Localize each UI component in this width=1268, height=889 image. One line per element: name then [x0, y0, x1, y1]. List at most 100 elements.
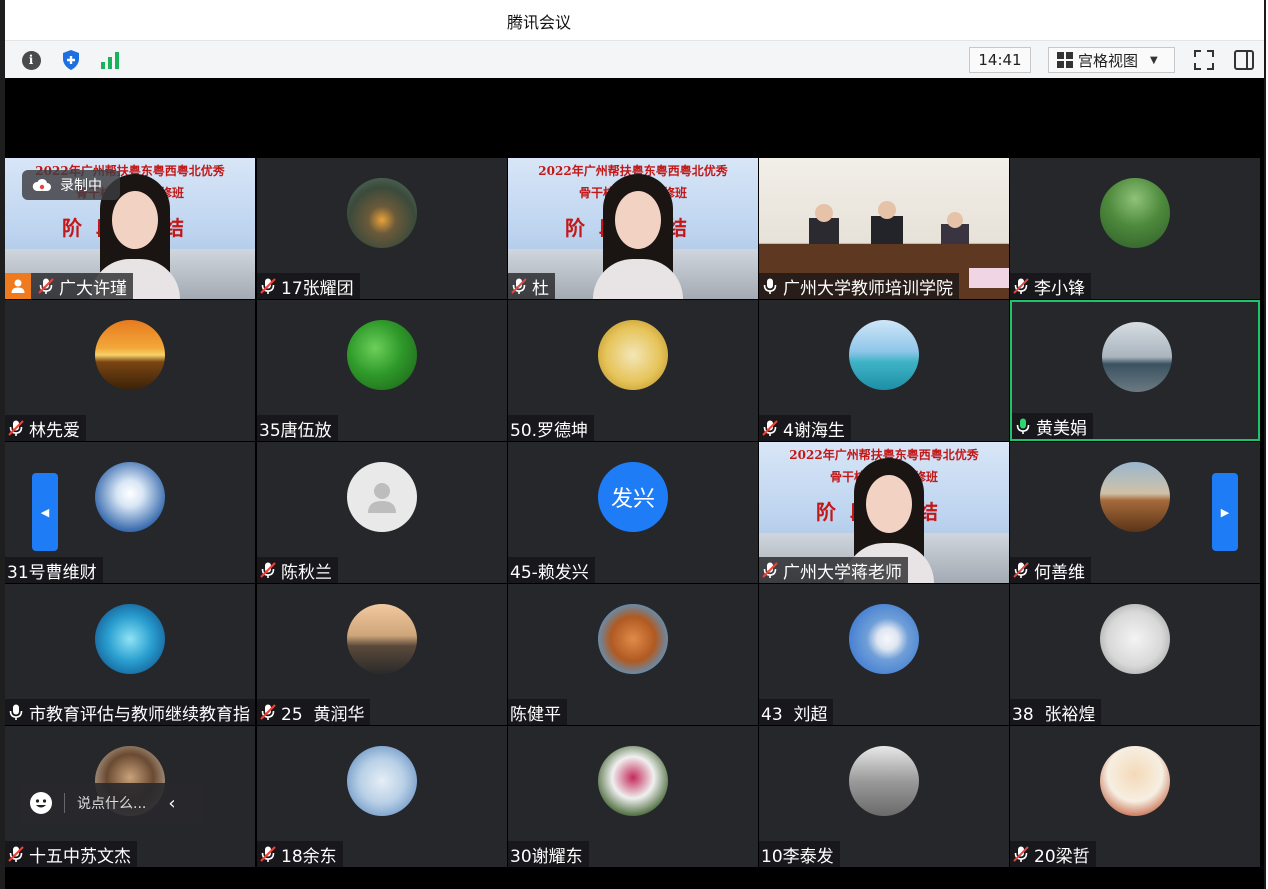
participant-tile[interactable]: 发兴 45-赖发兴	[508, 442, 758, 583]
mic-muted-icon	[761, 561, 779, 579]
participant-tile[interactable]: 市教育评估与教师继续教育指	[5, 584, 255, 725]
mic-muted-icon	[259, 277, 277, 295]
shield-icon[interactable]	[60, 49, 82, 71]
participant-tile[interactable]: 43 刘超	[759, 584, 1009, 725]
chat-placeholder: 说点什么...	[77, 796, 147, 812]
participant-tile[interactable]: 陈秋兰	[257, 442, 507, 583]
participant-name-bar: 杜	[508, 273, 555, 299]
participant-name-bar: 何善维	[1010, 557, 1091, 583]
mic-muted-icon	[510, 277, 528, 295]
mic-muted-icon	[259, 561, 277, 579]
participant-name: 31号曹维财	[7, 562, 97, 583]
avatar	[347, 178, 417, 248]
chevron-down-icon: ▼	[1150, 54, 1158, 66]
grid-view-label: 宫格视图	[1078, 51, 1139, 70]
participant-name: 何善维	[1034, 562, 1085, 583]
recording-indicator[interactable]: 录制中	[22, 170, 120, 200]
participant-tile[interactable]: 25 黄润华	[257, 584, 507, 725]
participant-name: 杜	[532, 278, 549, 299]
participant-tile[interactable]: 20梁哲	[1010, 726, 1260, 867]
next-page-button[interactable]: ▶	[1212, 473, 1238, 551]
participant-name: 市教育评估与教师继续教育指	[29, 704, 250, 725]
participant-name-bar: 10李泰发	[759, 841, 840, 867]
participant-tile[interactable]: 38 张裕煌	[1010, 584, 1260, 725]
avatar	[347, 320, 417, 390]
participant-name: 黄美娟	[1036, 418, 1087, 439]
participant-name-bar: 黄美娟	[1012, 413, 1093, 439]
avatar	[95, 604, 165, 674]
mic-icon	[761, 277, 779, 295]
info-icon[interactable]: i	[20, 49, 42, 71]
participant-name: 十五中苏文杰	[29, 846, 131, 867]
participant-name: 20梁哲	[1034, 846, 1090, 867]
fullscreen-icon[interactable]	[1192, 48, 1216, 72]
participant-tile[interactable]: 18余东	[257, 726, 507, 867]
recording-label: 录制中	[60, 178, 102, 194]
mic-icon	[1014, 417, 1032, 435]
participant-tile[interactable]: 30谢耀东	[508, 726, 758, 867]
previous-page-button[interactable]: ◀	[32, 473, 58, 551]
right-window-edge	[1264, 0, 1266, 889]
participant-name: 4谢海生	[783, 420, 845, 441]
participant-tile[interactable]: 35唐伍放	[257, 300, 507, 441]
avatar	[1100, 462, 1170, 532]
avatar	[347, 604, 417, 674]
avatar	[849, 746, 919, 816]
participant-name-bar: 18余东	[257, 841, 343, 867]
signal-icon[interactable]	[99, 49, 121, 71]
mic-muted-icon	[1012, 277, 1030, 295]
avatar	[95, 462, 165, 532]
avatar	[347, 746, 417, 816]
participant-tile[interactable]: 2022年广州帮扶粤东粤西粤北优秀骨干校长高端研修班阶段总结广州大学蒋老师	[759, 442, 1009, 583]
grid-view-dropdown[interactable]: 宫格视图 ▼	[1048, 47, 1175, 73]
participant-name-bar: 陈秋兰	[257, 557, 338, 583]
default-user-icon	[347, 462, 417, 532]
chevron-left-icon[interactable]: ‹	[168, 793, 175, 814]
participant-tile[interactable]: 黄美娟	[1010, 300, 1260, 441]
mic-muted-icon	[1012, 561, 1030, 579]
participant-name-bar: 李小锋	[1010, 273, 1091, 299]
video-stage: 2022年广州帮扶粤东粤西粤北优秀骨干校长高端研修班阶段总结录制中广大许瑾17张…	[5, 78, 1264, 889]
mic-icon	[7, 703, 25, 721]
side-panel-icon[interactable]	[1232, 48, 1256, 72]
participant-name-bar: 十五中苏文杰	[5, 841, 137, 867]
mic-muted-icon	[1012, 845, 1030, 863]
participant-name: 45-赖发兴	[510, 562, 589, 583]
participant-name-bar: 市教育评估与教师继续教育指	[5, 699, 255, 725]
participant-name-bar: 43 刘超	[759, 699, 834, 725]
mic-muted-icon	[259, 845, 277, 863]
participant-tile[interactable]: 50.罗德坤	[508, 300, 758, 441]
participant-tile[interactable]: 2022年广州帮扶粤东粤西粤北优秀骨干校长高端研修班阶段总结录制中广大许瑾	[5, 158, 255, 299]
participant-tile[interactable]: 陈健平	[508, 584, 758, 725]
participant-name-bar: 林先爱	[5, 415, 86, 441]
participant-name: 38 张裕煌	[1012, 704, 1096, 725]
participant-name: 广大许瑾	[59, 278, 127, 299]
avatar	[849, 604, 919, 674]
participant-tile[interactable]: 李小锋	[1010, 158, 1260, 299]
participant-name: 50.罗德坤	[510, 420, 589, 441]
avatar	[598, 320, 668, 390]
participant-name-bar: 广大许瑾	[5, 273, 133, 299]
title-bar: 腾讯会议	[5, 0, 1264, 40]
avatar	[1100, 178, 1170, 248]
avatar	[1100, 746, 1170, 816]
participant-tile[interactable]: 广州大学教师培训学院	[759, 158, 1009, 299]
participant-tile[interactable]: 2022年广州帮扶粤东粤西粤北优秀骨干校长高端研修班阶段总结杜	[508, 158, 758, 299]
grid-view-icon	[1057, 52, 1073, 68]
participant-name: 林先爱	[29, 420, 80, 441]
participant-name: 43 刘超	[761, 704, 828, 725]
chat-input[interactable]: 说点什么... ‹	[20, 783, 204, 823]
tencent-meeting-window: 腾讯会议 i 14:41 宫格视图 ▼ 2022年广州帮扶粤东粤西粤北优秀骨干校…	[0, 0, 1268, 889]
participant-name: 18余东	[281, 846, 337, 867]
host-badge-icon	[5, 273, 31, 299]
emoji-icon[interactable]	[30, 792, 52, 814]
participant-tile[interactable]: 4谢海生	[759, 300, 1009, 441]
window-title: 腾讯会议	[507, 13, 572, 32]
mic-muted-icon	[761, 419, 779, 437]
avatar	[598, 746, 668, 816]
participant-tile[interactable]: 林先爱	[5, 300, 255, 441]
cloud-record-icon	[32, 178, 51, 191]
participant-tile[interactable]: 17张耀团	[257, 158, 507, 299]
participant-name: 李小锋	[1034, 278, 1085, 299]
participant-tile[interactable]: 10李泰发	[759, 726, 1009, 867]
